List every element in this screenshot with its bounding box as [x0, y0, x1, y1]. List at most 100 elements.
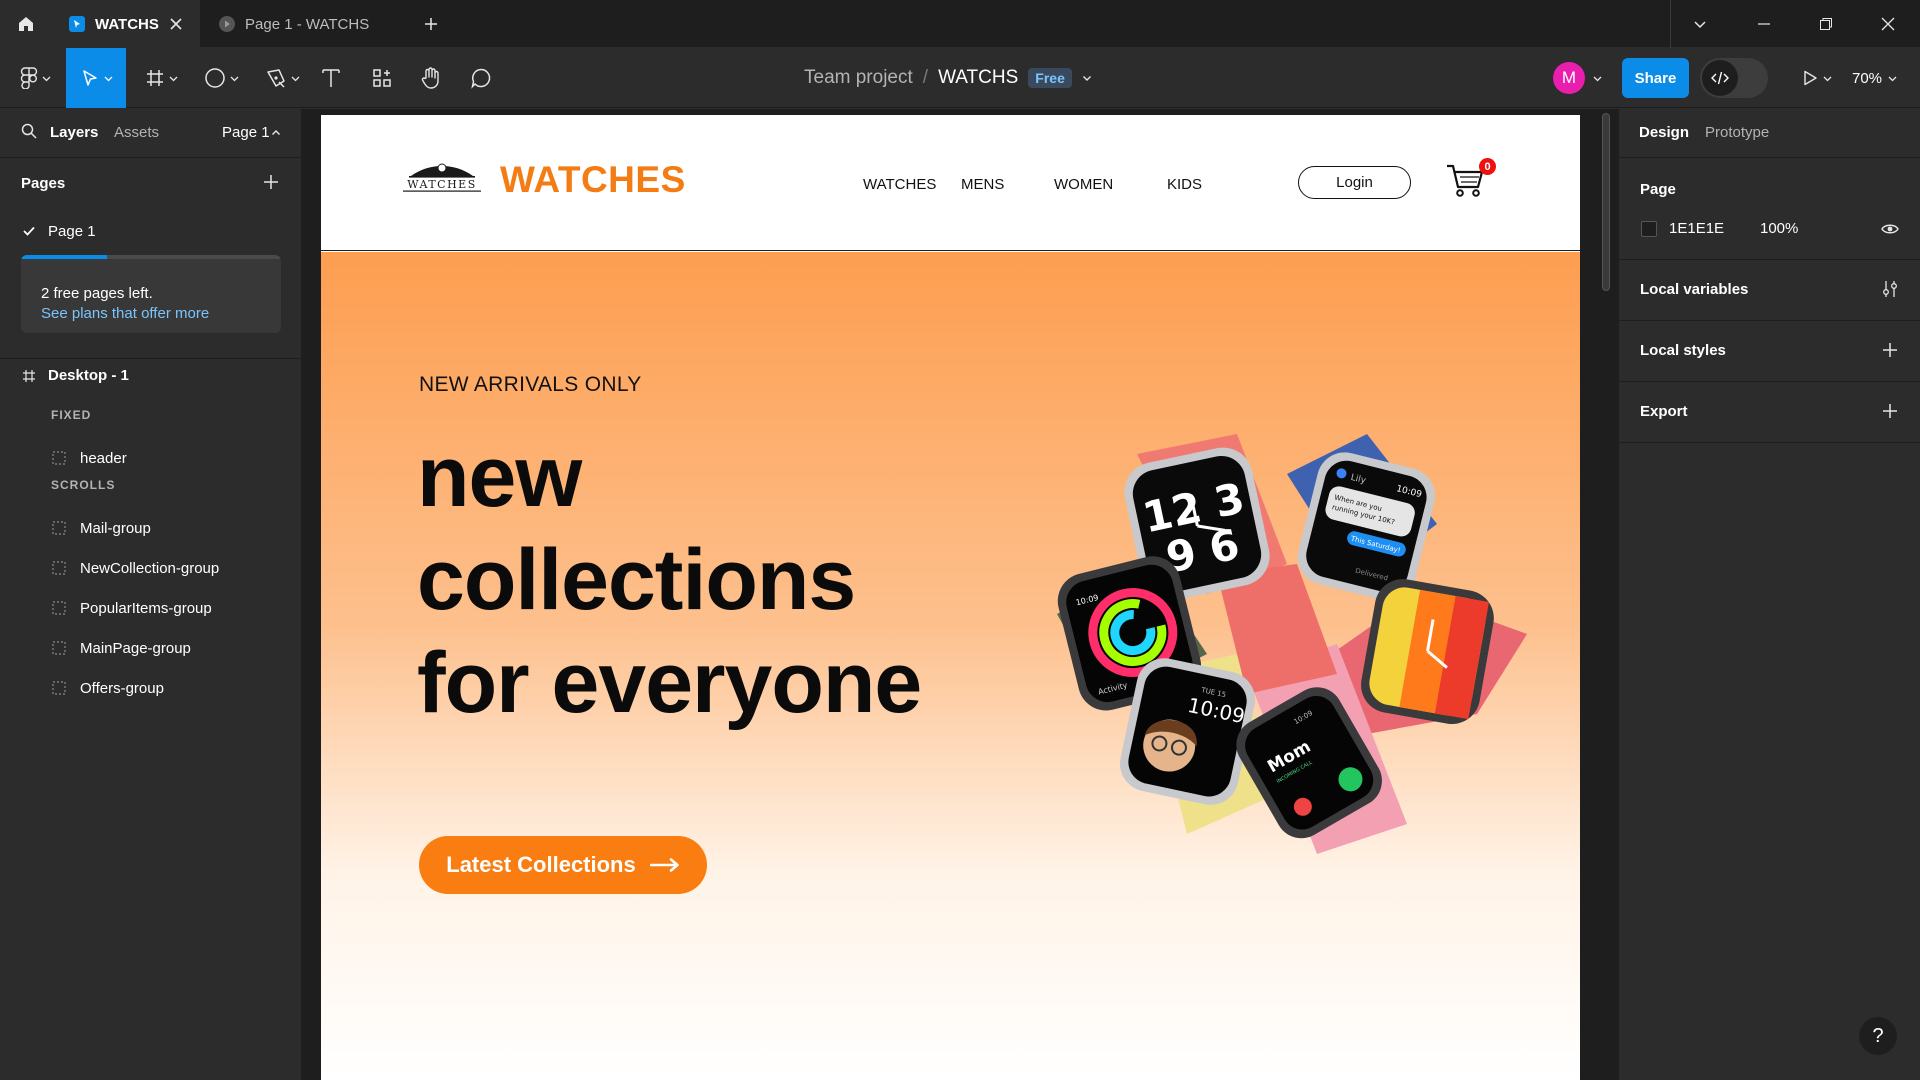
layer-name: PopularItems-group: [80, 599, 212, 617]
panel-header: Layers Assets Page 1: [0, 109, 302, 157]
local-variables-title[interactable]: Local variables: [1640, 281, 1748, 298]
tab-list-button[interactable]: [1670, 0, 1730, 48]
home-button[interactable]: [0, 0, 52, 48]
quota-text: 2 free pages left.: [41, 285, 153, 302]
move-tool[interactable]: [66, 48, 126, 108]
layer-item[interactable]: Offers-group: [52, 676, 164, 700]
group-dashed-icon: [52, 681, 66, 695]
hero-headline-line-3: for everyone: [417, 635, 922, 731]
layer-section-fixed: FIXED: [51, 408, 92, 422]
add-page-icon[interactable]: [262, 173, 280, 191]
login-button[interactable]: Login: [1298, 166, 1411, 199]
tab-label: Page 1 - WATCHS: [245, 15, 370, 33]
divider: [0, 358, 302, 359]
hero-headline-line-1: new: [417, 429, 582, 525]
plus-icon: [425, 18, 437, 30]
hero-headline-line-2: collections: [417, 532, 856, 628]
close-tab-icon[interactable]: [166, 14, 186, 34]
text-tool[interactable]: [316, 48, 346, 108]
tab-watchs[interactable]: WATCHS: [52, 0, 200, 48]
group-dashed-icon: [52, 451, 66, 465]
avatar[interactable]: M: [1553, 62, 1585, 94]
variables-settings-icon[interactable]: [1881, 280, 1899, 298]
page-selector[interactable]: Page 1: [222, 124, 270, 141]
canvas[interactable]: WATCHES WATCHES WATCHES MENS WOMEN KIDS …: [302, 109, 1618, 1080]
tab-design[interactable]: Design: [1639, 124, 1689, 141]
restore-button[interactable]: [1796, 0, 1856, 48]
new-tab-button[interactable]: [418, 12, 444, 36]
play-icon: [1803, 70, 1817, 86]
chevron-down-icon: [1888, 76, 1897, 81]
nav-women[interactable]: WOMEN: [1054, 176, 1113, 193]
layer-item[interactable]: NewCollection-group: [52, 556, 219, 580]
toolbar: Team project / WATCHS Free M Share 70%: [0, 48, 1920, 108]
shape-tool[interactable]: [198, 48, 244, 108]
eye-icon[interactable]: [1881, 222, 1899, 236]
site-header[interactable]: WATCHES WATCHES WATCHES MENS WOMEN KIDS …: [321, 115, 1580, 251]
hand-tool[interactable]: [416, 48, 446, 108]
pen-tool[interactable]: [259, 48, 305, 108]
layer-item[interactable]: Mail-group: [52, 516, 151, 540]
chevron-up-icon[interactable]: [271, 128, 281, 138]
tab-assets[interactable]: Assets: [114, 124, 159, 141]
cart-count-badge: 0: [1479, 158, 1496, 175]
prototype-play-icon: [219, 16, 235, 32]
hero-kicker: NEW ARRIVALS ONLY: [419, 373, 642, 396]
figma-logo-icon: [20, 67, 37, 89]
tab-layers[interactable]: Layers: [50, 124, 98, 141]
layer-name: header: [80, 449, 127, 467]
frame-tool[interactable]: [138, 48, 184, 108]
check-icon: [23, 226, 35, 236]
plan-badge[interactable]: Free: [1028, 68, 1072, 88]
multiplayer-menu[interactable]: [1589, 48, 1605, 108]
upgrade-plans-link[interactable]: See plans that offer more: [41, 305, 209, 322]
divider: [0, 157, 302, 158]
share-button[interactable]: Share: [1622, 58, 1689, 98]
nav-watches[interactable]: WATCHES: [863, 176, 936, 193]
help-button[interactable]: ?: [1859, 1017, 1897, 1055]
layer-name: Mail-group: [80, 519, 151, 537]
brand-name[interactable]: WATCHES: [500, 159, 686, 201]
team-name[interactable]: Team project: [804, 67, 913, 89]
layer-frame-desktop-1[interactable]: Desktop - 1: [22, 367, 129, 384]
file-name[interactable]: WATCHS: [938, 67, 1018, 89]
text-icon: [322, 69, 340, 87]
page-opacity-value[interactable]: 100%: [1760, 220, 1798, 237]
group-dashed-icon: [52, 521, 66, 535]
ellipse-icon: [204, 68, 225, 88]
plus-icon[interactable]: [1881, 402, 1899, 420]
page-section-title: Page: [1640, 181, 1676, 198]
main-menu-button[interactable]: [10, 48, 60, 108]
zoom-control[interactable]: 70%: [1852, 48, 1897, 108]
latest-collections-button[interactable]: Latest Collections: [419, 836, 707, 894]
dev-mode-toggle[interactable]: [1700, 58, 1768, 98]
layer-item[interactable]: PopularItems-group: [52, 596, 212, 620]
tab-page1-watchs[interactable]: Page 1 - WATCHS: [202, 0, 402, 48]
nav-mens[interactable]: MENS: [961, 176, 1004, 193]
page-color-value[interactable]: 1E1E1E: [1669, 220, 1724, 237]
present-button[interactable]: [1794, 48, 1838, 108]
hand-icon: [421, 67, 439, 89]
frame-desktop-1[interactable]: WATCHES WATCHES WATCHES MENS WOMEN KIDS …: [321, 115, 1580, 1080]
search-icon[interactable]: [21, 123, 37, 139]
close-window-button[interactable]: [1858, 0, 1918, 48]
resources-tool[interactable]: [367, 48, 397, 108]
page-item-page-1[interactable]: Page 1: [0, 211, 302, 251]
canvas-scrollbar[interactable]: [1602, 113, 1610, 291]
home-icon: [19, 17, 33, 31]
tab-prototype[interactable]: Prototype: [1705, 124, 1769, 141]
nav-kids[interactable]: KIDS: [1167, 176, 1202, 193]
layers-panel: Layers Assets Page 1 Pages Page 1 2 free…: [0, 109, 302, 1080]
smartwatch-collection-image: 12 3 9 6 Lily 10:09 When are you running…: [1057, 434, 1527, 854]
minimize-button[interactable]: [1734, 0, 1794, 48]
comment-tool[interactable]: [466, 48, 496, 108]
pen-icon: [266, 69, 285, 88]
frame-hash-icon: [23, 369, 35, 382]
layer-item[interactable]: header: [52, 446, 127, 470]
layer-name: Desktop - 1: [48, 367, 129, 384]
plus-icon[interactable]: [1881, 341, 1899, 359]
free-pages-notice: 2 free pages left. See plans that offer …: [21, 255, 281, 333]
chevron-down-icon[interactable]: [1082, 73, 1092, 83]
page-color-swatch[interactable]: [1641, 221, 1657, 237]
layer-item[interactable]: MainPage-group: [52, 636, 191, 660]
